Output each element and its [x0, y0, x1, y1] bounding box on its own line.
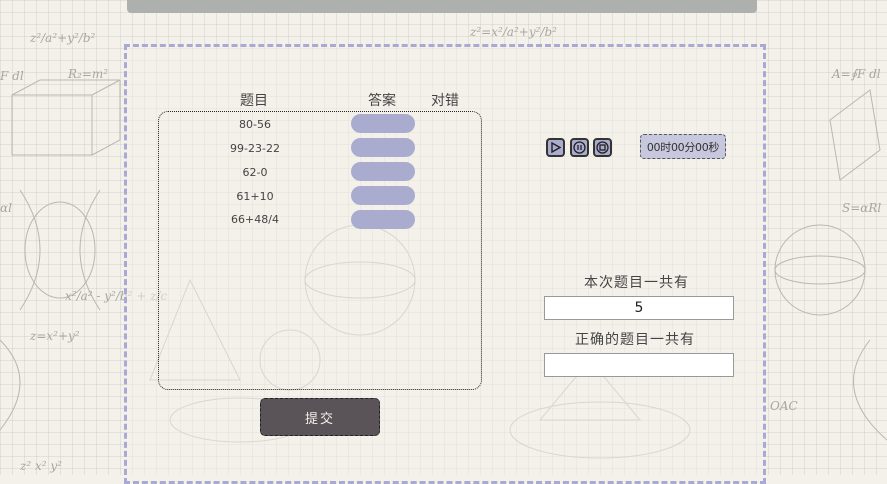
play-button[interactable] — [546, 138, 565, 157]
question-text: 99-23-22 — [230, 142, 280, 155]
svg-text:αl: αl — [0, 201, 12, 215]
play-icon — [551, 142, 561, 153]
submit-button[interactable]: 提交 — [260, 398, 380, 436]
stop-icon — [596, 141, 609, 154]
svg-text:z²/a²+y²/b²: z²/a²+y²/b² — [29, 31, 96, 45]
question-text: 66+48/4 — [231, 213, 279, 226]
header-correct: 对错 — [431, 93, 459, 109]
question-text: 61+10 — [236, 190, 274, 203]
pause-icon — [573, 141, 586, 154]
header-question: 题目 — [240, 93, 268, 109]
svg-text:R₂=m²: R₂=m² — [67, 67, 108, 81]
total-label: 本次题目一共有 — [584, 275, 689, 291]
svg-text:z² x² y²: z² x² y² — [19, 459, 62, 473]
question-text: 80-56 — [239, 118, 271, 131]
pause-button[interactable] — [570, 138, 589, 157]
correct-label: 正确的题目一共有 — [575, 332, 695, 348]
svg-text:z=x²+y²: z=x²+y² — [29, 329, 80, 343]
total-field[interactable]: 5 — [544, 296, 734, 320]
correct-field[interactable] — [544, 353, 734, 377]
answer-input-3[interactable] — [351, 162, 415, 181]
question-list-box — [158, 111, 482, 390]
svg-text:z²=x²/a²+y²/b²: z²=x²/a²+y²/b² — [469, 25, 557, 39]
answer-input-5[interactable] — [351, 210, 415, 229]
answer-input-4[interactable] — [351, 186, 415, 205]
timer-display: 00时00分00秒 — [640, 134, 726, 159]
question-text: 62-0 — [242, 166, 268, 179]
svg-text:S=αRl: S=αRl — [842, 201, 881, 215]
svg-text:F dl: F dl — [0, 69, 24, 83]
answer-input-2[interactable] — [351, 138, 415, 157]
svg-text:A=∮F dl: A=∮F dl — [831, 67, 881, 81]
answer-input-1[interactable] — [351, 114, 415, 133]
stop-button[interactable] — [593, 138, 612, 157]
top-bar — [127, 0, 757, 13]
header-answer: 答案 — [368, 93, 396, 109]
svg-text:OAC: OAC — [770, 399, 798, 413]
